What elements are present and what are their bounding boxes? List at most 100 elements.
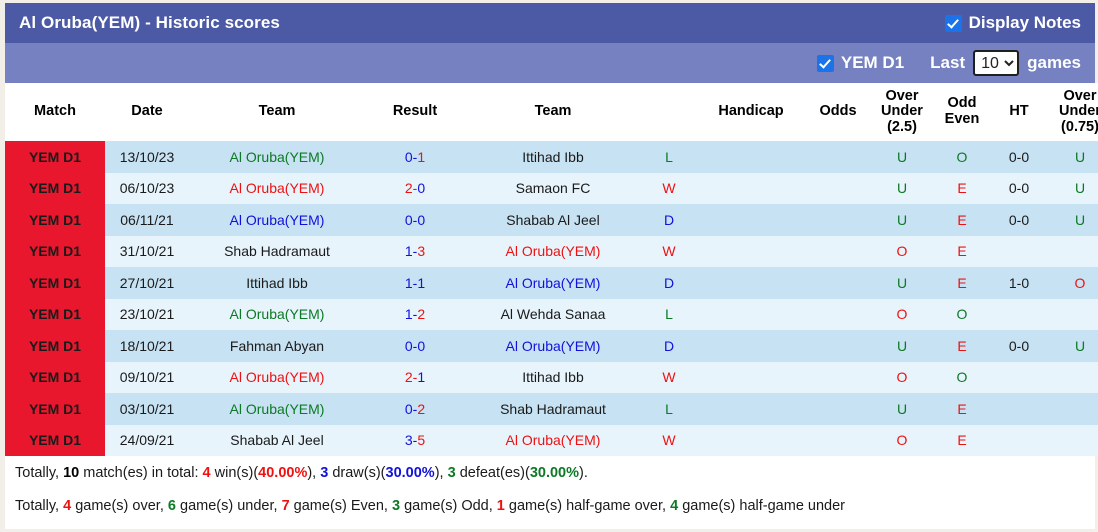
cell-odd-even: E	[933, 204, 991, 236]
table-row[interactable]: YEM D1 23/10/21 Al Oruba(YEM) 1-2 Al Wehda S…	[5, 298, 1098, 330]
cell-home-team: Al Oruba(YEM)	[189, 298, 365, 330]
cell-wdl: D	[641, 330, 697, 362]
cell-odds	[805, 204, 871, 236]
cell-away-team-text: Shab Hadramaut	[500, 400, 606, 417]
column-header-away: Team	[465, 83, 641, 141]
cell-halftime-text: 0-0	[1008, 211, 1030, 228]
cell-wdl-text: D	[663, 337, 675, 354]
cell-over-under-25-text: U	[896, 337, 908, 354]
cell-halftime	[991, 424, 1047, 456]
cell-over-under-075	[1047, 235, 1098, 267]
column-header-line: Odd	[947, 95, 977, 112]
cell-league-text: YEM D1	[28, 432, 82, 449]
cell-league: YEM D1	[5, 204, 105, 236]
display-notes-toggle[interactable]: Display Notes	[944, 13, 1081, 33]
table-row[interactable]: YEM D1 03/10/21 Al Oruba(YEM) 0-2 Shab Hadra…	[5, 393, 1098, 425]
column-header-line: (0.75)	[1061, 118, 1098, 135]
cell-wdl-text: W	[662, 180, 676, 197]
cell-date: 13/10/23	[105, 141, 189, 173]
table-row[interactable]: YEM D1 18/10/21 Fahman Abyan 0-0 Al Oruba(YE…	[5, 330, 1098, 362]
summary-draws-text: draw(s)(	[332, 464, 386, 481]
cell-over-under-25: U	[871, 204, 933, 236]
cell-wdl-text: L	[665, 306, 673, 323]
league-filter-toggle[interactable]: YEM D1	[816, 53, 904, 73]
cell-away-team: Al Oruba(YEM)	[465, 235, 641, 267]
result-away-score: 1	[417, 274, 426, 291]
cell-home-team-text: Al Oruba(YEM)	[229, 180, 325, 197]
cell-odd-even-text: O	[956, 306, 968, 323]
cell-result: 1-1	[365, 267, 465, 299]
column-header-odds: Odds	[805, 83, 871, 141]
checkbox-checked-icon[interactable]	[816, 54, 834, 72]
cell-league-text: YEM D1	[28, 180, 82, 197]
table-row[interactable]: YEM D1 09/10/21 Al Oruba(YEM) 2-1 Ittihad Ib…	[5, 361, 1098, 393]
cell-date: 03/10/21	[105, 393, 189, 425]
column-header-ht: HT	[991, 83, 1047, 141]
cell-away-team-text: Al Oruba(YEM)	[505, 337, 601, 354]
table-row[interactable]: YEM D1 13/10/23 Al Oruba(YEM) 0-1 Ittihad Ib…	[5, 141, 1098, 173]
cell-wdl: W	[641, 172, 697, 204]
cell-halftime-text: 0-0	[1008, 148, 1030, 165]
result-away-score: 1	[417, 369, 426, 386]
summary-odd-count: 3	[392, 497, 401, 514]
table-head: Match Date Team Result Team Handicap Odds Over U…	[5, 83, 1098, 141]
result-home-score: 2	[404, 369, 413, 386]
cell-home-team: Al Oruba(YEM)	[189, 204, 365, 236]
cell-away-team: Al Wehda Sanaa	[465, 298, 641, 330]
checkbox-checked-icon[interactable]	[944, 14, 962, 32]
cell-home-team-text: Shab Hadramaut	[224, 243, 330, 260]
games-label: games	[1027, 53, 1081, 72]
cell-date-text: 13/10/23	[119, 148, 175, 165]
result-home-score: 1	[404, 274, 413, 291]
cell-halftime-text: 0-0	[1008, 180, 1030, 197]
cell-result: 1-3	[365, 235, 465, 267]
column-header-line: (2.5)	[887, 118, 917, 135]
table-row[interactable]: YEM D1 24/09/21 Shabab Al Jeel 3-5 Al Oruba(…	[5, 424, 1098, 456]
summary-half-over-count: 1	[496, 497, 505, 514]
cell-halftime: 0-0	[991, 330, 1047, 362]
cell-halftime	[991, 298, 1047, 330]
cell-league-text: YEM D1	[28, 369, 82, 386]
table-row[interactable]: YEM D1 06/11/21 Al Oruba(YEM) 0-0 Shabab Al …	[5, 204, 1098, 236]
cell-odds	[805, 267, 871, 299]
cell-halftime-text: 1-0	[1008, 274, 1030, 291]
cell-wdl: W	[641, 424, 697, 456]
table-row[interactable]: YEM D1 06/10/23 Al Oruba(YEM) 2-0 Samaon FC W…	[5, 172, 1098, 204]
table-row[interactable]: YEM D1 27/10/21 Ittihad Ibb 1-1 Al Oruba(YEM…	[5, 267, 1098, 299]
cell-date: 31/10/21	[105, 235, 189, 267]
games-count-select[interactable]: 510152030	[973, 50, 1020, 76]
summary-even-text: game(s) Even,	[293, 497, 388, 514]
cell-date: 23/10/21	[105, 298, 189, 330]
column-header-result: Result	[365, 83, 465, 141]
summary-wins-text: win(s)(	[214, 464, 259, 481]
table-header-row: Match Date Team Result Team Handicap Odds Over U…	[5, 83, 1098, 141]
cell-halftime	[991, 235, 1047, 267]
cell-home-team: Shabab Al Jeel	[189, 424, 365, 456]
cell-wdl: D	[641, 267, 697, 299]
cell-over-under-25: O	[871, 361, 933, 393]
cell-result: 0-2	[365, 393, 465, 425]
cell-handicap	[697, 424, 805, 456]
cell-wdl: L	[641, 298, 697, 330]
summary-line-results: Totally, 10 match(es) in total: 4 win(s)…	[15, 456, 1085, 489]
summary-wins-pct: 40.00%	[258, 464, 308, 481]
summary-under-count: 6	[167, 497, 176, 514]
result-away-score: 3	[417, 243, 426, 260]
cell-odd-even: E	[933, 424, 991, 456]
cell-odds	[805, 393, 871, 425]
cell-date: 27/10/21	[105, 267, 189, 299]
table-row[interactable]: YEM D1 31/10/21 Shab Hadramaut 1-3 Al Oruba(…	[5, 235, 1098, 267]
cell-league: YEM D1	[5, 361, 105, 393]
cell-league: YEM D1	[5, 172, 105, 204]
cell-date: 24/09/21	[105, 424, 189, 456]
cell-date-text: 27/10/21	[119, 274, 175, 291]
summary-even-count: 7	[281, 497, 290, 514]
cell-over-under-075-text: U	[1074, 337, 1086, 354]
result-home-score: 0	[404, 400, 413, 417]
cell-odd-even-text: E	[957, 243, 967, 260]
cell-odd-even-text: E	[957, 274, 967, 291]
cell-over-under-25: U	[871, 141, 933, 173]
cell-odd-even-text: E	[957, 400, 967, 417]
result-away-score: 5	[417, 432, 426, 449]
cell-home-team-text: Shabab Al Jeel	[230, 432, 324, 449]
